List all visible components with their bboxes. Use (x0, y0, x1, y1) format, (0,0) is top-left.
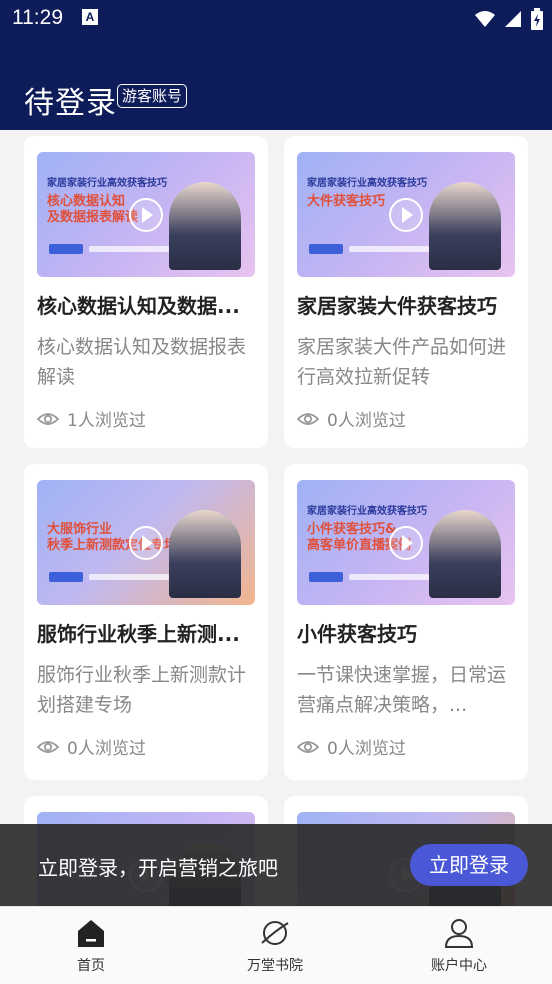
course-title[interactable]: 服饰行业秋季上新测... (37, 618, 257, 647)
course-description: 家居家装大件产品如何进行高效拉新促转 (297, 336, 507, 388)
login-prompt-message: 立即登录，开启营销之旅吧 (38, 856, 278, 880)
system-icons (474, 8, 544, 30)
course-title[interactable]: 核心数据认知及数据... (37, 290, 257, 319)
nav-home[interactable]: 首页 (41, 917, 141, 975)
thumb-subtitle: 家居家装行业高效获客技巧 (307, 178, 427, 189)
login-prompt-bar: 立即登录，开启营销之旅吧 立即登录 (0, 824, 552, 906)
play-icon[interactable] (129, 198, 163, 232)
speaker-photo (429, 510, 501, 598)
nav-academy-label: 万堂书院 (247, 958, 303, 974)
play-icon[interactable] (389, 198, 423, 232)
view-count: 0人浏览过 (297, 734, 406, 759)
planet-icon (261, 921, 289, 945)
thumb-tag (309, 572, 343, 582)
home-icon (78, 920, 104, 947)
play-icon[interactable] (389, 526, 423, 560)
course-card[interactable]: 家居家装行业高效获客技巧 大件获客技巧 家居家装大件获客技巧 家居家装大件产品如… (284, 136, 528, 448)
course-title[interactable]: 家居家装大件获客技巧 (297, 290, 517, 319)
course-description: 服饰行业秋季上新测款计划搭建专场 (37, 664, 247, 716)
eye-icon (297, 740, 319, 753)
course-card[interactable]: 大服饰行业 秋季上新测款定位专场 服饰行业秋季上新测... 服饰行业秋季上新测款… (24, 464, 268, 780)
thumb-subtitle: 家居家装行业高效获客技巧 (307, 506, 427, 517)
view-count-text: 0人浏览过 (327, 411, 406, 431)
course-description: 核心数据认知及数据报表解读 (37, 336, 247, 388)
eye-icon (37, 740, 59, 753)
course-grid[interactable]: 家居家装行业高效获客技巧 核心数据认知 及数据报表解读 核心数据认知及数据...… (0, 130, 552, 908)
course-card[interactable]: 家居家装行业高效获客技巧 小件获客技巧& 高客单价直播案例 小件获客技巧 一节课… (284, 464, 528, 780)
view-count: 0人浏览过 (297, 406, 406, 431)
thumb-tagline (349, 574, 429, 580)
signal-icon (505, 11, 521, 27)
nav-account[interactable]: 账户中心 (409, 917, 509, 975)
login-button[interactable]: 立即登录 (410, 844, 528, 886)
thumb-headline: 大件获客技巧 (307, 194, 386, 209)
wifi-icon (475, 11, 495, 27)
thumb-tag (49, 244, 83, 254)
speaker-photo (169, 510, 241, 598)
course-card[interactable]: 家居家装行业高效获客技巧 核心数据认知 及数据报表解读 核心数据认知及数据...… (24, 136, 268, 448)
view-count-text: 0人浏览过 (67, 739, 146, 759)
speaker-photo (169, 182, 241, 270)
status-time: 11:29 (12, 6, 63, 29)
nav-home-label: 首页 (77, 958, 105, 974)
thumb-tag (309, 244, 343, 254)
course-thumbnail[interactable]: 大服饰行业 秋季上新测款定位专场 (37, 480, 255, 605)
nav-academy[interactable]: 万堂书院 (225, 917, 325, 975)
play-icon[interactable] (129, 526, 163, 560)
thumb-tag (49, 572, 83, 582)
eye-icon (37, 412, 59, 425)
thumb-tagline (89, 246, 169, 252)
notification-icon: A (82, 9, 98, 25)
nav-account-label: 账户中心 (431, 958, 487, 974)
speaker-photo (429, 182, 501, 270)
course-description: 一节课快速掌握，日常运营痛点解决策略，... (297, 664, 507, 716)
course-thumbnail[interactable]: 家居家装行业高效获客技巧 大件获客技巧 (297, 152, 515, 277)
thumb-headline-2: 及数据报表解读 (47, 210, 139, 225)
course-title[interactable]: 小件获客技巧 (297, 618, 517, 647)
thumb-tagline (349, 246, 429, 252)
battery-icon (531, 8, 543, 30)
bottom-nav: 首页 万堂书院 账户中心 (0, 906, 552, 984)
status-bar: 11:29 A (0, 0, 552, 38)
thumb-tagline (89, 574, 169, 580)
guest-badge: 游客账号 (117, 84, 188, 108)
thumb-subtitle: 家居家装行业高效获客技巧 (47, 178, 167, 189)
view-count: 1人浏览过 (37, 406, 146, 431)
view-count-text: 1人浏览过 (67, 411, 146, 431)
view-count: 0人浏览过 (37, 734, 146, 759)
page-title: 待登录 (24, 86, 117, 121)
view-count-text: 0人浏览过 (327, 739, 406, 759)
app-header: 待登录 游客账号 (0, 38, 552, 130)
eye-icon (297, 412, 319, 425)
course-thumbnail[interactable]: 家居家装行业高效获客技巧 小件获客技巧& 高客单价直播案例 (297, 480, 515, 605)
user-icon (444, 919, 474, 948)
course-thumbnail[interactable]: 家居家装行业高效获客技巧 核心数据认知 及数据报表解读 (37, 152, 255, 277)
